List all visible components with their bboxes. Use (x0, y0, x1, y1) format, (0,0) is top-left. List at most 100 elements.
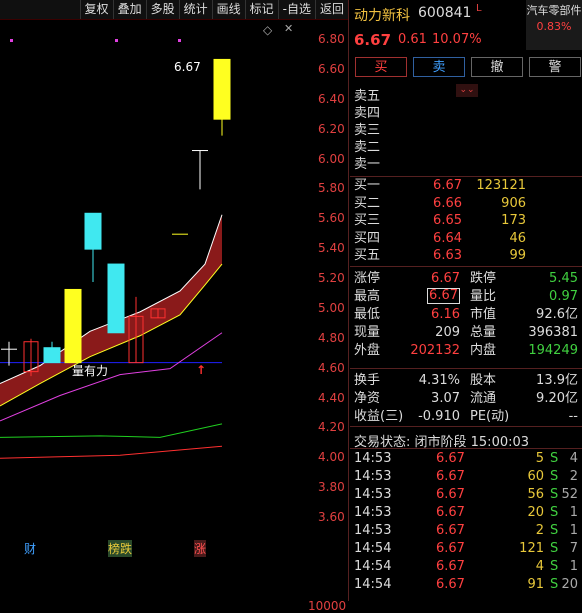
quote-label-curvol: 现量 (354, 325, 381, 340)
buy-order-price: 6.65 (433, 213, 462, 228)
event-marker-finance[interactable]: 财 (24, 540, 36, 557)
toolbar-button-6[interactable]: -自选 (277, 0, 315, 19)
high-price-label: 6.67 (174, 60, 201, 74)
tick-n: 20 (561, 577, 578, 592)
tick-price: 6.67 (436, 559, 465, 574)
sector-badge[interactable]: 汽车零部件 0.83% (526, 0, 582, 50)
quote-row: 现量 209 总量 396381 (350, 324, 582, 341)
y-axis-tick: 4.60 (318, 360, 345, 375)
toolbar-button-1[interactable]: 叠加 (112, 0, 146, 19)
quote-value-high: 6.67 (427, 288, 460, 304)
quote-row: 外盘 202132 内盘 194249 (350, 342, 582, 359)
y-axis-tick: 6.40 (318, 91, 345, 106)
cancel-order-button[interactable]: 撤 (471, 57, 523, 77)
quote-label-turnover: 换手 (354, 373, 381, 388)
tick-price: 6.67 (436, 541, 465, 556)
up-arrow-icon: ↑ (196, 363, 207, 377)
tick-row: 14:53 6.67 60 S 2 (350, 468, 582, 486)
panel-divider (348, 0, 349, 601)
y-axis-tick: 6.20 (318, 121, 345, 136)
sell-order-row: 卖二 (350, 139, 582, 156)
tick-bs: S (550, 505, 559, 520)
event-marker-list[interactable]: 榜跌 (108, 540, 133, 557)
quote-value-turnover: 4.31% (418, 373, 460, 388)
buy-order-row: 买三 6.65 173 (350, 212, 582, 229)
tick-time: 14:53 (354, 469, 392, 484)
quote-value-curvol: 209 (435, 325, 460, 340)
tick-bs: S (550, 523, 559, 538)
tick-time: 14:54 (354, 559, 392, 574)
stock-name[interactable]: 动力新科 (354, 5, 410, 25)
kline-chart[interactable]: 6.80 6.60 6.40 6.20 6.00 5.80 5.60 5.40 5.20 5.00… (0, 20, 348, 613)
quote-value-totalvol: 396381 (528, 325, 578, 340)
quote-value-pe: -- (568, 409, 578, 424)
y-axis-tick: 6.00 (318, 151, 345, 166)
tick-n: 4 (569, 451, 578, 466)
quote-value-liangbi: 0.97 (549, 289, 578, 304)
tick-time: 14:53 (354, 505, 392, 520)
quote-value-float: 9.20亿 (536, 391, 578, 406)
y-axis-tick: 3.80 (318, 480, 345, 495)
candle-body (213, 58, 231, 120)
buy-order-label: 买二 (354, 195, 381, 211)
tick-vol: 4 (535, 559, 544, 574)
sector-pct: 0.83% (536, 20, 572, 33)
sell-order-row: 卖四 (350, 105, 582, 122)
quote-value-mktcap: 92.6亿 (536, 307, 578, 322)
tick-price: 6.67 (436, 451, 465, 466)
tick-vol: 2 (535, 523, 544, 538)
sell-button[interactable]: 卖 (413, 57, 465, 77)
sell-order-label: 卖四 (354, 106, 381, 121)
sell-order-row: 卖三 (350, 122, 582, 139)
quote-row: 换手 4.31% 股本 13.9亿 (350, 372, 582, 389)
toolbar-button-3[interactable]: 统计 (178, 0, 212, 19)
toolbar-button-5[interactable]: 标记 (244, 0, 278, 19)
toolbar-button-4[interactable]: 画线 (211, 0, 245, 19)
y-axis-tick: 6.80 (318, 32, 345, 46)
stock-code: 600841 (418, 5, 472, 21)
y-axis-tick: 4.40 (318, 390, 345, 405)
quote-value-inner: 194249 (528, 343, 578, 358)
stock-change: 0.61 (398, 32, 427, 47)
toolbar-button-0[interactable]: 复权 (79, 0, 113, 19)
stock-header: 动力新科 600841 L 6.67 0.61 10.07% 汽车零部件 0.8… (350, 0, 582, 50)
diamond-icon[interactable]: ◇ (263, 23, 272, 37)
tick-n: 1 (569, 559, 578, 574)
tick-n: 52 (561, 487, 578, 502)
alert-button[interactable]: 警 (529, 57, 581, 77)
quote-label-dieting: 跌停 (470, 271, 497, 286)
quote-value-eps: -0.910 (418, 409, 460, 424)
quote-row: 收益(三) -0.910 PE(动) -- (350, 408, 582, 425)
sell-order-label: 卖五 (354, 89, 381, 104)
tick-vol: 121 (519, 541, 544, 556)
sell-order-label: 卖三 (354, 123, 381, 138)
stock-change-pct: 10.07% (432, 32, 482, 47)
tick-vol: 56 (527, 487, 544, 502)
y-axis-tick: 5.00 (318, 300, 345, 315)
y-axis-tick: 3.60 (318, 510, 345, 524)
candle-body (84, 212, 102, 250)
sell-order-row: 卖一 (350, 156, 582, 173)
buy-button[interactable]: 买 (355, 57, 407, 77)
close-icon[interactable]: ✕ (284, 22, 293, 35)
stock-price: 6.67 (354, 31, 392, 49)
quote-value-low: 6.16 (431, 307, 460, 322)
toolbar-button-7[interactable]: 返回 (314, 0, 348, 19)
tick-row: 14:53 6.67 2 S 1 (350, 522, 582, 540)
toolbar-button-2[interactable]: 多股 (145, 0, 179, 19)
buy-order-volume: 99 (509, 248, 526, 263)
tick-vol: 20 (527, 505, 544, 520)
event-marker-up[interactable]: 涨 (194, 540, 207, 557)
buy-order-row: 买一 6.67 123121 (350, 177, 582, 194)
y-axis-tick: 4.00 (318, 450, 345, 465)
tick-row: 14:54 6.67 121 S 7 (350, 540, 582, 558)
buy-order-volume: 906 (501, 195, 526, 211)
tick-price: 6.67 (436, 469, 465, 484)
quote-value-dieting: 5.45 (549, 271, 578, 286)
ma-green-line (0, 423, 223, 438)
buy-order-volume: 123121 (476, 178, 526, 193)
candle-body (107, 263, 125, 334)
buy-order-volume: 46 (509, 230, 526, 246)
tick-price: 6.67 (436, 523, 465, 538)
quote-panel: 动力新科 600841 L 6.67 0.61 10.07% 汽车零部件 0.8… (350, 0, 582, 601)
